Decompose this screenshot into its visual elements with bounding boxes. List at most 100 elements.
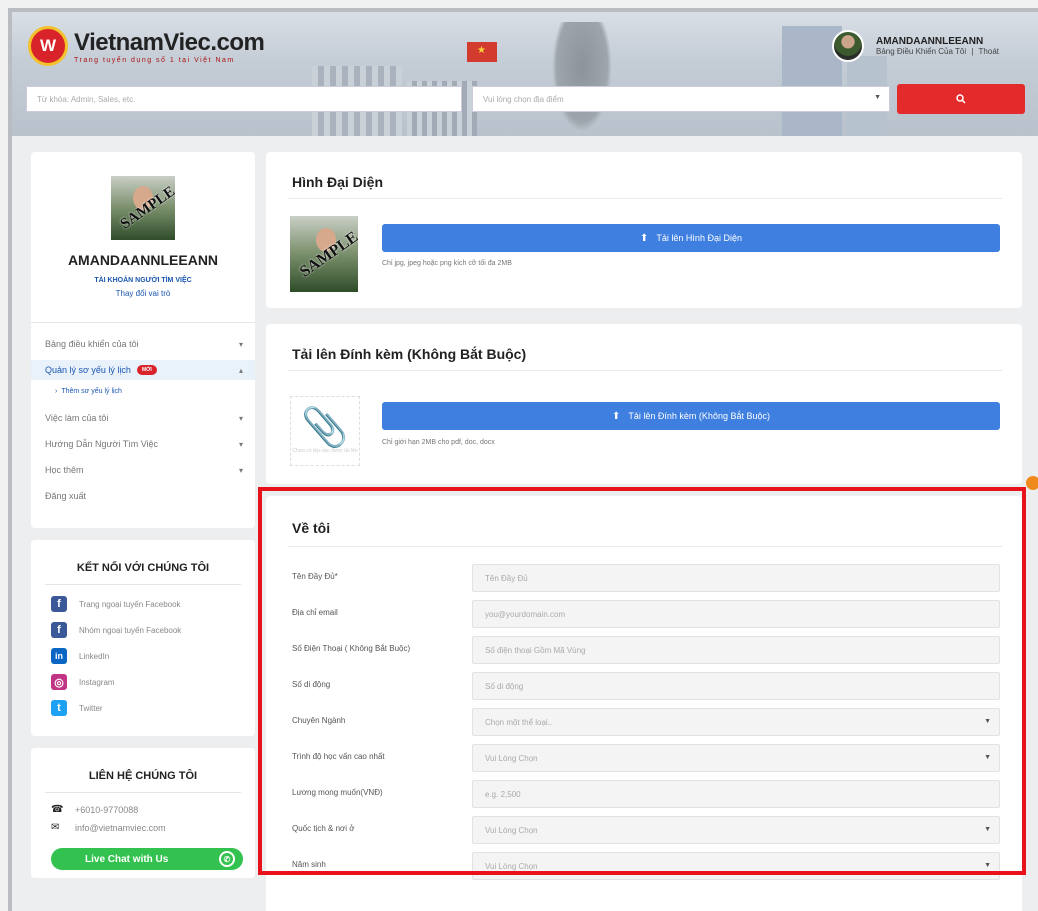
statue-decoration — [552, 22, 612, 132]
sidebar-item-my-jobs[interactable]: Việc làm của tôi ▾ — [31, 408, 255, 428]
live-chat-button[interactable]: Live Chat with Us ✆ — [51, 848, 243, 870]
upload-attachment-button[interactable]: ⬆ Tải lên Đính kèm (Không Bắt Buộc) — [382, 402, 1000, 430]
twitter-link[interactable]: t Twitter — [51, 700, 103, 716]
section-title: Tải lên Đính kèm (Không Bắt Buộc) — [292, 346, 527, 362]
chevron-down-icon: ▼ — [984, 754, 991, 761]
chevron-down-icon: ▼ — [874, 94, 881, 101]
education-select[interactable]: Vui Lòng Chọn ▼ — [472, 744, 1000, 772]
divider — [288, 198, 1002, 199]
birth-year-label: Năm sinh — [292, 860, 326, 869]
sidebar-item-label: Việc làm của tôi — [45, 413, 109, 423]
live-chat-label: Live Chat with Us — [85, 853, 169, 865]
phone-label: Số Điện Thoại ( Không Bắt Buộc) — [292, 644, 411, 653]
site-logo[interactable]: W VietnamViec.com Trang tuyển dụng số 1 … — [28, 26, 265, 66]
search-input[interactable]: Từ khóa: Admin, Sales, etc. — [26, 86, 462, 112]
facebook-group-icon: f — [51, 622, 67, 638]
social-label: LinkedIn — [79, 651, 110, 661]
facebook-group-link[interactable]: f Nhóm ngoại tuyến Facebook — [51, 622, 181, 638]
attachment-placeholder: 📎 Chưa có tệp nào được tải lên — [290, 396, 360, 466]
chevron-down-icon: ▼ — [984, 718, 991, 725]
profile-card: SAMPLE AMANDAANNLEEANN TÀI KHOẢN NGƯỜI T… — [31, 152, 255, 528]
upload-icon: ⬆ — [640, 232, 649, 244]
upload-hint: Chỉ jpg, jpeg hoặc png kích cỡ tối đa 2M… — [382, 260, 512, 267]
switch-role-link[interactable]: Thay đổi vai trò — [31, 289, 255, 298]
facebook-page-link[interactable]: f Trang ngoại tuyến Facebook — [51, 596, 181, 612]
email-address: info@vietnamviec.com — [75, 822, 166, 833]
contact-email[interactable]: ✉ info@vietnamviec.com — [51, 822, 166, 833]
social-label: Trang ngoại tuyến Facebook — [79, 599, 181, 609]
mail-icon: ✉ — [51, 822, 60, 833]
section-title: Hình Đại Diện — [292, 174, 384, 190]
education-label: Trình độ học vấn cao nhất — [292, 752, 385, 761]
phone-field[interactable]: Số điện thoại Gồm Mã Vùng — [472, 636, 1000, 664]
instagram-icon: ◎ — [51, 674, 67, 690]
sidebar-item-label: Học thêm — [45, 465, 84, 475]
nationality-select[interactable]: Vui Lòng Chọn ▼ — [472, 816, 1000, 844]
connect-card: KẾT NỐI VỚI CHÚNG TÔI f Trang ngoại tuyế… — [31, 540, 255, 736]
paperclip-icon: 📎 — [301, 407, 349, 449]
sidebar-item-logout[interactable]: Đăng xuất — [31, 486, 255, 506]
mobile-field[interactable]: Số di động — [472, 672, 1000, 700]
linkedin-icon: in — [51, 648, 67, 664]
phone-number: +6010-9770088 — [75, 804, 139, 815]
sidebar-subitem-add-resume[interactable]: › Thêm sơ yếu lý lịch — [31, 388, 255, 395]
site-header: W VietnamViec.com Trang tuyển dụng số 1 … — [12, 12, 1038, 136]
birth-year-select[interactable]: Vui Lòng Chọn ▼ — [472, 852, 1000, 880]
logout-link[interactable]: Thoát — [979, 47, 999, 56]
search-button[interactable] — [897, 84, 1025, 114]
new-badge: MỚI — [136, 365, 157, 375]
whatsapp-icon: ✆ — [219, 851, 235, 867]
connect-title: KẾT NỐI VỚI CHÚNG TÔI — [76, 562, 210, 574]
about-section: Về tôi Tên Đầy Đủ* Tên Đầy Đủ Địa chỉ em… — [266, 496, 1022, 906]
upload-avatar-button[interactable]: ⬆ Tải lên Hình Đại Diện — [382, 224, 1000, 252]
salary-field[interactable]: e.g. 2,500 — [472, 780, 1000, 808]
full-name-field[interactable]: Tên Đầy Đủ — [472, 564, 1000, 592]
sidebar-item-guide[interactable]: Hướng Dẫn Người Tìm Việc ▾ — [31, 434, 255, 454]
divider — [288, 546, 1002, 547]
social-label: Nhóm ngoại tuyến Facebook — [79, 625, 182, 635]
divider — [45, 792, 241, 793]
chevron-down-icon: ▾ — [238, 339, 243, 349]
sidebar-item-label: Quản lý sơ yếu lý lịch — [45, 365, 131, 375]
sidebar-item-resume[interactable]: Quản lý sơ yếu lý lịch MỚI ▴ — [31, 360, 255, 380]
user-links: Bảng Điều Khiển Của Tôi | Thoát — [876, 47, 999, 56]
chevron-down-icon: ▼ — [984, 826, 991, 833]
search-icon — [956, 94, 966, 104]
email-field[interactable]: you@yourdomain.com — [472, 600, 1000, 628]
upload-hint: Chỉ giới hạn 2MB cho pdf, doc, docx — [382, 439, 495, 446]
flag-decoration — [467, 42, 497, 62]
section-title: Về tôi — [292, 520, 331, 536]
chevron-down-icon: ▼ — [984, 862, 991, 869]
social-label: Instagram — [79, 677, 115, 687]
user-name: AMANDAANNLEEANN — [876, 36, 984, 47]
specialization-select[interactable]: Chọn một thể loại.. ▼ — [472, 708, 1000, 736]
upload-icon: ⬆ — [612, 410, 621, 422]
avatar[interactable] — [832, 30, 864, 62]
sidebar-item-label: Hướng Dẫn Người Tìm Việc — [45, 439, 159, 449]
link-separator: | — [971, 47, 974, 56]
button-label: Tải lên Hình Đại Diện — [656, 233, 742, 243]
sidebar-item-dashboard[interactable]: Bảng điều khiển của tôi ▾ — [31, 334, 255, 354]
instagram-link[interactable]: ◎ Instagram — [51, 674, 115, 690]
full-name-label: Tên Đầy Đủ* — [292, 572, 338, 581]
sidebar-subitem-label: Thêm sơ yếu lý lịch — [61, 388, 122, 395]
browser-frame: W VietnamViec.com Trang tuyển dụng số 1 … — [8, 8, 1038, 911]
phone-icon: ☎ — [51, 804, 64, 815]
linkedin-link[interactable]: in LinkedIn — [51, 648, 109, 664]
contact-card: LIÊN HỆ CHÚNG TÔI ☎ +6010-9770088 ✉ info… — [31, 748, 255, 878]
user-menu: AMANDAANNLEEANN Bảng Điều Khiển Của Tôi … — [832, 30, 999, 62]
email-label: Địa chỉ email — [292, 608, 338, 617]
sidebar-item-label: Bảng điều khiển của tôi — [45, 339, 139, 349]
profile-name: AMANDAANNLEEANN — [67, 252, 219, 268]
chevron-down-icon: ▾ — [238, 439, 243, 449]
profile-photo: SAMPLE — [111, 176, 175, 240]
dashboard-link[interactable]: Bảng Điều Khiển Của Tôi — [876, 47, 966, 56]
sidebar-item-label: Đăng xuất — [45, 491, 87, 501]
twitter-icon: t — [51, 700, 67, 716]
sidebar-item-learn-more[interactable]: Học thêm ▾ — [31, 460, 255, 480]
contact-phone[interactable]: ☎ +6010-9770088 — [51, 804, 138, 815]
divider — [288, 370, 1002, 371]
chevron-down-icon: ▾ — [238, 413, 243, 423]
location-select[interactable]: Vui lòng chọn địa điểm ▼ — [472, 86, 890, 112]
logo-icon: W — [28, 26, 68, 66]
